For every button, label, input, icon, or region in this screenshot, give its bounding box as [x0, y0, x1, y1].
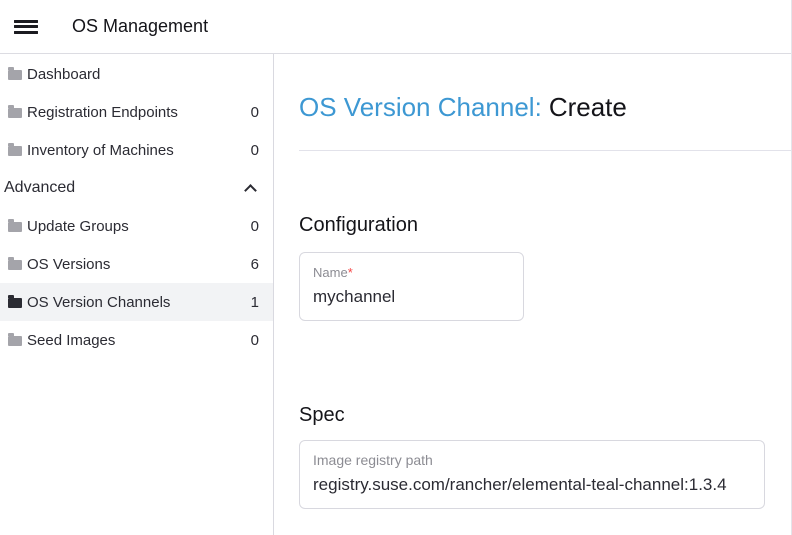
- folder-icon: [8, 298, 22, 308]
- name-label-text: Name: [313, 265, 348, 280]
- sidebar-item-label: Update Groups: [27, 218, 251, 235]
- sidebar-item-count: 0: [251, 142, 259, 159]
- required-asterisk: *: [348, 265, 353, 280]
- sidebar-item-os-version-channels[interactable]: OS Version Channels 1: [0, 283, 273, 321]
- hamburger-menu-icon[interactable]: [14, 20, 38, 34]
- sidebar-group-advanced[interactable]: Advanced: [0, 169, 273, 207]
- sidebar-item-count: 0: [251, 218, 259, 235]
- sidebar-item-inventory-of-machines[interactable]: Inventory of Machines 0: [0, 131, 273, 169]
- sidebar-item-label: Registration Endpoints: [27, 104, 251, 121]
- title-divider: [299, 150, 791, 151]
- top-header: OS Management: [0, 0, 791, 54]
- sidebar-item-dashboard[interactable]: Dashboard: [0, 55, 273, 93]
- sidebar-item-update-groups[interactable]: Update Groups 0: [0, 207, 273, 245]
- sidebar-item-label: Dashboard: [27, 66, 259, 83]
- page-title: OS Version Channel:Create: [299, 92, 791, 122]
- registry-field-label: Image registry path: [313, 452, 752, 469]
- chevron-up-icon: [244, 184, 257, 197]
- sidebar-item-label: Inventory of Machines: [27, 142, 251, 159]
- name-field-label: Name*: [313, 264, 511, 281]
- sidebar-nav: Dashboard Registration Endpoints 0 Inven…: [0, 54, 274, 535]
- sidebar-item-label: OS Versions: [27, 256, 251, 273]
- page-title-action: Create: [549, 92, 627, 122]
- sidebar-item-count: 0: [251, 104, 259, 121]
- registry-path-input[interactable]: [313, 474, 752, 496]
- main-content: OS Version Channel:Create Configuration …: [274, 54, 791, 535]
- sidebar-item-seed-images[interactable]: Seed Images 0: [0, 321, 273, 359]
- name-field-card: Name*: [299, 252, 524, 321]
- sidebar-item-os-versions[interactable]: OS Versions 6: [0, 245, 273, 283]
- folder-icon: [8, 222, 22, 232]
- page-title-resource: OS Version Channel:: [299, 92, 542, 122]
- sidebar-group-label: Advanced: [4, 179, 246, 197]
- folder-icon: [8, 108, 22, 118]
- registry-field-card: Image registry path: [299, 440, 765, 509]
- sidebar-item-label: Seed Images: [27, 332, 251, 349]
- spec-heading: Spec: [299, 403, 791, 427]
- sidebar-item-count: 1: [251, 294, 259, 311]
- sidebar-item-label: OS Version Channels: [27, 294, 251, 311]
- app-window: OS Management Dashboard Registration End…: [0, 0, 792, 535]
- folder-icon: [8, 336, 22, 346]
- app-title: OS Management: [72, 16, 208, 37]
- sidebar-item-count: 0: [251, 332, 259, 349]
- name-input[interactable]: [313, 286, 511, 308]
- configuration-heading: Configuration: [299, 213, 791, 237]
- folder-icon: [8, 146, 22, 156]
- folder-icon: [8, 70, 22, 80]
- sidebar-item-registration-endpoints[interactable]: Registration Endpoints 0: [0, 93, 273, 131]
- folder-icon: [8, 260, 22, 270]
- sidebar-item-count: 6: [251, 256, 259, 273]
